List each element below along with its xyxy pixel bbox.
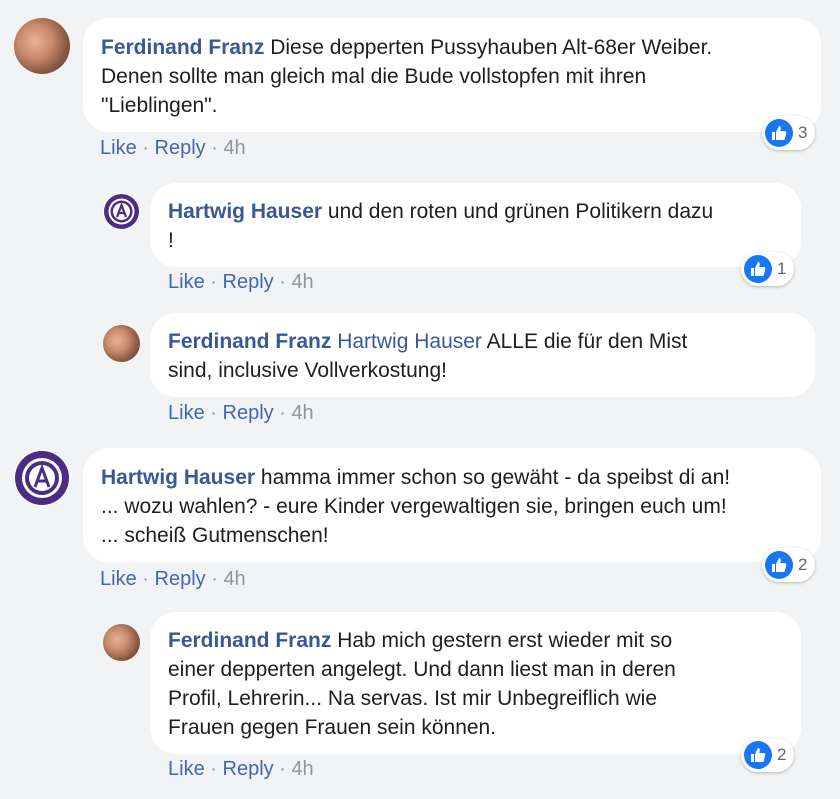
separator: ·	[279, 402, 286, 424]
timestamp[interactable]: 4h	[291, 758, 313, 780]
like-count: 2	[798, 555, 808, 574]
like-link[interactable]: Like	[168, 758, 205, 780]
like-link[interactable]: Like	[100, 137, 137, 159]
comment-text-line: Hab mich gestern erst wieder mit so	[337, 629, 673, 652]
timestamp[interactable]: 4h	[223, 137, 245, 159]
thumbs-up-icon	[765, 119, 793, 147]
comment-bubble: Ferdinand Franz Hab mich gestern erst wi…	[150, 612, 801, 754]
comment-bubble: Hartwig Hauser und den roten und grünen …	[150, 183, 801, 267]
avatar[interactable]	[103, 624, 140, 661]
comment-bubble: Ferdinand Franz Hartwig Hauser ALLE die …	[150, 313, 815, 397]
club-logo-icon	[104, 194, 139, 229]
separator: ·	[211, 137, 218, 159]
separator: ·	[210, 758, 217, 780]
comment-text-line: !	[168, 229, 174, 252]
reply-link[interactable]: Reply	[223, 758, 274, 780]
like-count: 2	[777, 745, 787, 764]
thumbs-up-icon	[765, 551, 793, 579]
comment-actions: Like · Reply · 4h	[100, 568, 246, 591]
avatar[interactable]	[14, 450, 70, 506]
reaction-count[interactable]: 2	[762, 548, 816, 582]
comment-actions: Like · Reply · 4h	[100, 137, 246, 160]
comment-text-line: "Lieblingen".	[101, 94, 218, 117]
reply-link[interactable]: Reply	[155, 137, 206, 159]
comment-actions: Like · Reply · 4h	[168, 402, 314, 425]
like-count: 1	[777, 259, 787, 278]
separator: ·	[279, 271, 286, 293]
comment-author[interactable]: Hartwig Hauser	[168, 200, 322, 223]
club-logo-icon	[15, 451, 69, 505]
comment-author[interactable]: Ferdinand Franz	[168, 330, 331, 353]
comment-text-line: ALLE die für den Mist	[486, 330, 688, 353]
comment-text-line: Profil, Lehrerin... Na servas. Ist mir U…	[168, 687, 657, 710]
like-link[interactable]: Like	[100, 568, 137, 590]
mention-link[interactable]: Hartwig Hauser	[337, 330, 482, 353]
comment-bubble: Ferdinand Franz Diese depperten Pussyhau…	[83, 18, 821, 132]
separator: ·	[211, 568, 218, 590]
comment-author[interactable]: Ferdinand Franz	[101, 36, 264, 59]
reply-link[interactable]: Reply	[223, 402, 274, 424]
timestamp[interactable]: 4h	[291, 402, 313, 424]
thumbs-up-icon	[744, 741, 772, 769]
avatar[interactable]	[103, 193, 140, 230]
thumbs-up-icon	[744, 255, 772, 283]
comment-text-line: ... wozu wahlen? - eure Kinder vergewalt…	[101, 495, 727, 518]
reply-link[interactable]: Reply	[155, 568, 206, 590]
separator: ·	[210, 271, 217, 293]
reaction-count[interactable]: 1	[741, 252, 795, 286]
like-link[interactable]: Like	[168, 271, 205, 293]
comment-actions: Like · Reply · 4h	[168, 271, 314, 294]
comment-author[interactable]: Hartwig Hauser	[101, 466, 255, 489]
separator: ·	[279, 758, 286, 780]
comment-author[interactable]: Ferdinand Franz	[168, 629, 331, 652]
separator: ·	[142, 568, 149, 590]
avatar[interactable]	[14, 18, 70, 74]
separator: ·	[210, 402, 217, 424]
comment-text-line: Denen sollte man gleich mal die Bude vol…	[101, 65, 647, 88]
reply-link[interactable]: Reply	[223, 271, 274, 293]
avatar[interactable]	[103, 325, 140, 362]
comment-actions: Like · Reply · 4h	[168, 758, 314, 781]
comment-text-line: ... scheiß Gutmenschen!	[101, 524, 329, 547]
comment-text-line: sind, inclusive Vollverkostung!	[168, 359, 447, 382]
timestamp[interactable]: 4h	[291, 271, 313, 293]
comment-bubble: Hartwig Hauser hamma immer schon so gewä…	[83, 448, 821, 562]
comment-text-line: und den roten und grünen Politikern dazu	[327, 200, 714, 223]
reaction-count[interactable]: 2	[741, 738, 795, 772]
like-count: 3	[798, 123, 808, 142]
timestamp[interactable]: 4h	[223, 568, 245, 590]
separator: ·	[142, 137, 149, 159]
reaction-count[interactable]: 3	[762, 116, 816, 150]
comment-text-line: Diese depperten Pussyhauben Alt-68er Wei…	[270, 36, 713, 59]
like-link[interactable]: Like	[168, 402, 205, 424]
comment-text-line: Frauen gegen Frauen sein können.	[168, 716, 497, 739]
comment-text-line: hamma immer schon so gewäht - da speibst…	[260, 466, 731, 489]
comment-text-line: einer depperten angelegt. Und dann liest…	[168, 658, 676, 681]
